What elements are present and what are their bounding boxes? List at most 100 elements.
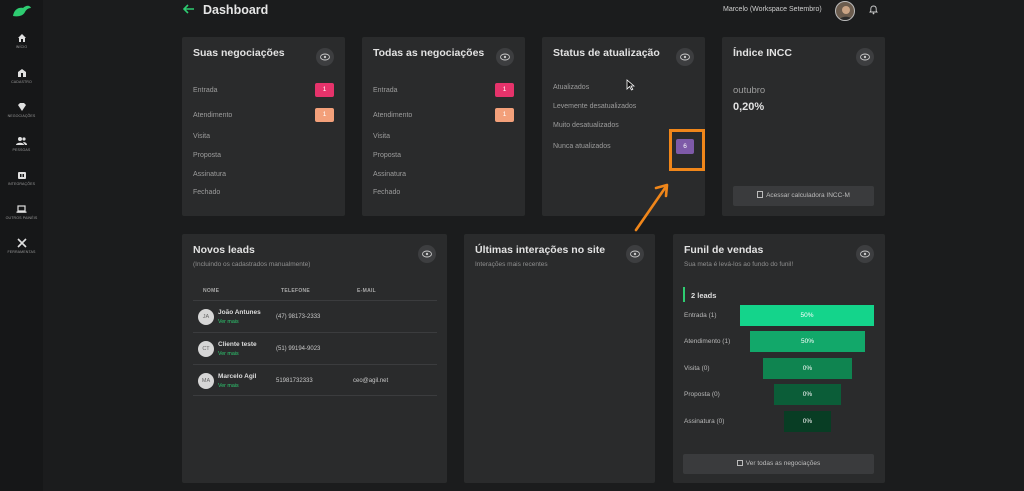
lead-count: 2 leads (691, 291, 717, 300)
card-suas-negociacoes: Suas negociações Entrada 1 Atendimento 1… (182, 37, 345, 216)
calculator-button[interactable]: Acessar calculadora INCC-M (733, 186, 874, 206)
lead-phone: (47) 98173-2333 (276, 314, 321, 320)
sidebar-item-cadastro[interactable]: CADASTRO (0, 68, 43, 84)
row-label: Entrada (373, 87, 398, 94)
toggle-visibility-button[interactable] (856, 245, 874, 263)
card-indice-incc: Índice INCC outubro 0,20% Acessar calcul… (722, 37, 885, 216)
calculator-button-label: Acessar calculadora INCC-M (766, 192, 850, 199)
count-badge[interactable]: 1 (315, 108, 334, 122)
avatar[interactable] (835, 1, 855, 21)
laptop-icon (16, 205, 27, 213)
eye-icon (860, 250, 870, 258)
sidebar-label: PESSOAS (12, 148, 31, 152)
toggle-visibility-button[interactable] (418, 245, 436, 263)
sidebar-item-inicio[interactable]: INÍCIO (0, 33, 43, 49)
card-title: Status de atualização (553, 47, 660, 59)
building-icon (17, 69, 26, 77)
sidebar-item-pessoas[interactable]: PESSOAS (0, 136, 43, 152)
calculator-icon (757, 191, 764, 198)
bell-icon[interactable] (869, 5, 878, 15)
sidebar-item-ferramentas[interactable]: FERRAMENTAS (0, 238, 43, 254)
row-label: Muito desatualizados (553, 122, 619, 129)
people-icon (16, 137, 27, 145)
sidebar-item-integracoes[interactable]: INTEGRAÇÕES (0, 170, 43, 186)
row-label: Atendimento (373, 112, 413, 119)
toggle-visibility-button[interactable] (626, 245, 644, 263)
card-subtitle: Interações mais recentes (475, 261, 548, 268)
cursor-icon (626, 79, 635, 91)
funnel-bar[interactable]: 0% (774, 384, 841, 405)
ver-mais-link[interactable]: Ver mais (218, 351, 239, 357)
funnel-stage-label: Proposta (0) (684, 391, 720, 398)
card-subtitle: Sua meta é levá-los ao fundo do funil! (684, 261, 794, 268)
table-row[interactable]: JA João Antunes Ver mais (47) 98173-2333 (193, 300, 437, 332)
count-badge[interactable]: 1 (495, 83, 514, 97)
row-label: Nunca atualizados (553, 143, 611, 150)
eye-icon (422, 250, 432, 258)
funnel-bar[interactable]: 0% (763, 358, 852, 379)
row-label: Atualizados (553, 84, 590, 91)
card-title: Todas as negociações (373, 47, 485, 59)
funnel-stage-label: Assinatura (0) (684, 418, 725, 425)
row-label: Entrada (193, 87, 218, 94)
card-todas-negociacoes: Todas as negociações Entrada 1 Atendimen… (362, 37, 525, 216)
logo-icon[interactable] (11, 4, 33, 18)
sidebar-item-outros-paineis[interactable]: OUTROS PAINÉIS (0, 204, 43, 220)
card-subtitle: (Incluindo os cadastrados manualmente) (193, 261, 311, 268)
count-badge[interactable]: 1 (495, 108, 514, 122)
user-name[interactable]: Marcelo (Workspace Setembro) (723, 6, 822, 13)
sidebar-label: INTEGRAÇÕES (7, 182, 36, 186)
ver-negociacoes-button[interactable]: Ver todas as negociações (683, 454, 874, 474)
tools-icon (16, 238, 27, 248)
lead-phone: 51981732333 (276, 378, 313, 384)
count-badge[interactable]: 1 (315, 83, 334, 97)
lead-count-marker (683, 287, 685, 302)
ver-mais-link[interactable]: Ver mais (218, 383, 239, 389)
funnel-bar[interactable]: 0% (784, 411, 831, 432)
sidebar-label: INÍCIO (15, 45, 28, 49)
avatar: JA (198, 309, 214, 325)
back-arrow-icon[interactable] (183, 4, 195, 14)
sidebar-item-negociacoes[interactable]: NEGOCIAÇÕES (0, 102, 43, 118)
row-label: Levemente desatualizados (553, 103, 637, 110)
card-title: Novos leads (193, 244, 255, 256)
home-icon (17, 34, 26, 42)
sidebar-label: NEGOCIAÇÕES (7, 114, 36, 118)
toggle-visibility-button[interactable] (496, 48, 514, 66)
avatar: CT (198, 341, 214, 357)
toggle-visibility-button[interactable] (316, 48, 334, 66)
card-title: Suas negociações (193, 47, 285, 59)
column-header: TELEFONE (281, 288, 311, 294)
funnel-bar[interactable]: 50% (750, 331, 865, 352)
toggle-visibility-button[interactable] (676, 48, 694, 66)
row-label: Proposta (373, 152, 402, 159)
table-row[interactable]: CT Cliente teste Ver mais (51) 99194-902… (193, 332, 437, 364)
external-link-icon (736, 460, 743, 466)
avatar: MA (198, 373, 214, 389)
lead-phone: (51) 99194-9023 (276, 346, 321, 352)
card-status-atualizacao: Status de atualização Atualizados Leveme… (542, 37, 705, 216)
diamond-icon (17, 103, 26, 111)
funnel-stage-label: Entrada (1) (684, 312, 717, 319)
table-row[interactable]: MA Marcelo Agil Ver mais 51981732333 ceo… (193, 364, 437, 396)
count-badge[interactable]: 6 (676, 139, 694, 154)
funnel-stage-label: Atendimento (1) (684, 338, 731, 345)
row-label: Atendimento (193, 112, 233, 119)
lead-name: Cliente teste (218, 341, 257, 348)
incc-value: 0,20% (733, 101, 765, 113)
funnel-bar[interactable]: 50% (740, 305, 874, 326)
incc-month: outubro (733, 85, 766, 96)
card-title: Índice INCC (733, 47, 792, 59)
card-title: Últimas interações no site (475, 244, 606, 256)
toggle-visibility-button[interactable] (856, 48, 874, 66)
sidebar-label: OUTROS PAINÉIS (5, 216, 38, 220)
sidebar-label: CADASTRO (11, 80, 32, 84)
top-bar: Dashboard Marcelo (Workspace Setembro) (43, 0, 1024, 22)
page-title: Dashboard (203, 3, 269, 17)
annotation-arrow (634, 183, 669, 232)
row-label: Assinatura (373, 171, 407, 178)
funnel-stage-label: Visita (0) (684, 365, 710, 372)
ver-mais-link[interactable]: Ver mais (218, 319, 239, 325)
lead-name: João Antunes (218, 309, 261, 316)
row-label: Fechado (193, 189, 221, 196)
